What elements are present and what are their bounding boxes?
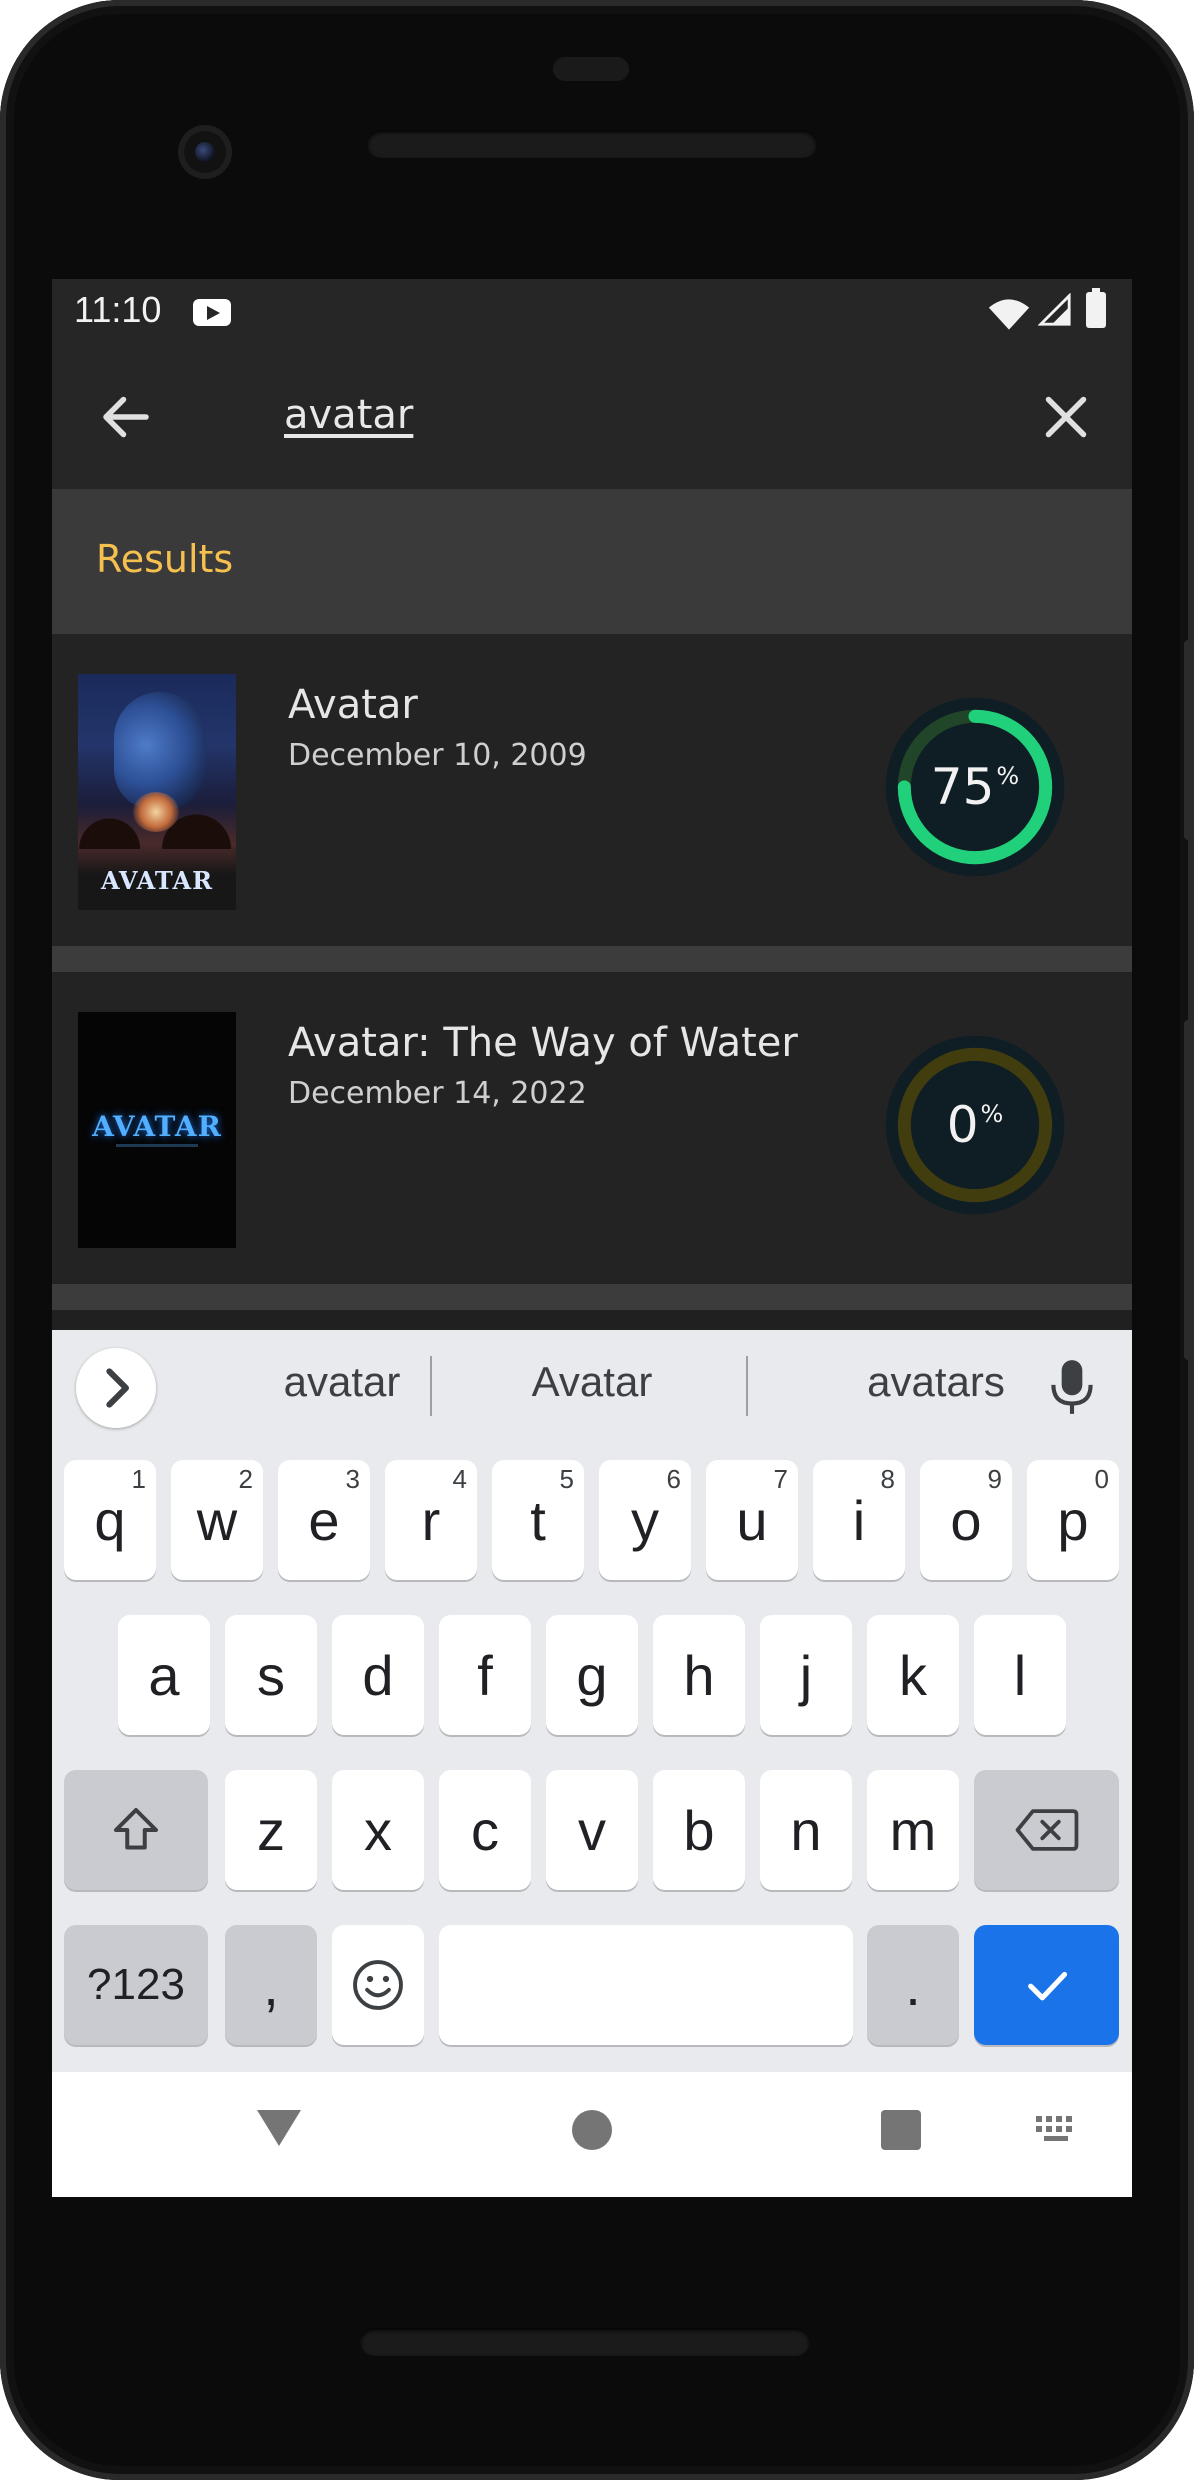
list-divider (52, 946, 1132, 972)
suggestion-item[interactable]: Avatar (442, 1358, 742, 1414)
score-value: 0 (946, 1096, 979, 1154)
poster-title: AVATAR (92, 1110, 222, 1143)
search-input[interactable] (284, 383, 984, 447)
battery-icon (1086, 288, 1106, 328)
key-s[interactable]: s (225, 1615, 317, 1735)
score-label: 0% (882, 1032, 1068, 1218)
bottom-speaker (360, 2328, 810, 2356)
suggestion-divider (746, 1356, 748, 1416)
suggestion-divider (430, 1356, 432, 1416)
key-d[interactable]: d (332, 1615, 424, 1735)
suggestion-strip: avatar Avatar avatars (52, 1330, 1132, 1436)
key-x[interactable]: x (332, 1770, 424, 1890)
key-t[interactable]: t5 (492, 1460, 584, 1580)
power-button (1184, 1020, 1194, 1360)
signal-icon (1038, 293, 1071, 326)
status-bar: 11:10 (52, 279, 1132, 343)
arrow-left-icon[interactable] (96, 387, 156, 447)
symbols-key[interactable]: ?123 (64, 1925, 208, 2045)
soft-keyboard: avatar Avatar avatars q1 w2 e3 r4 t5 y6 … (52, 1330, 1132, 2072)
expand-suggestions-button[interactable] (76, 1348, 156, 1428)
nav-back-icon[interactable] (257, 2110, 301, 2146)
key-a[interactable]: a (118, 1615, 210, 1735)
result-item[interactable]: AVATAR Avatar: The Way of Water December… (52, 972, 1132, 1284)
movie-title: Avatar (288, 682, 418, 728)
space-bar[interactable] (439, 1925, 853, 2045)
key-b[interactable]: b (653, 1770, 745, 1890)
proximity-sensor (553, 57, 629, 81)
list-divider (52, 1284, 1132, 1310)
phone-frame: 11:10 Results (0, 0, 1194, 2480)
key-h[interactable]: h (653, 1615, 745, 1735)
score-unit: % (980, 1100, 1004, 1128)
key-w[interactable]: w2 (171, 1460, 263, 1580)
comma-key[interactable]: , (225, 1925, 317, 2045)
key-c[interactable]: c (439, 1770, 531, 1890)
enter-key[interactable] (974, 1925, 1119, 2045)
key-k[interactable]: k (867, 1615, 959, 1735)
emoji-key[interactable] (332, 1925, 424, 2045)
nav-home-icon[interactable] (572, 2110, 612, 2150)
backspace-key[interactable] (974, 1770, 1119, 1890)
earpiece-speaker (367, 130, 817, 158)
movie-title: Avatar: The Way of Water (288, 1020, 798, 1066)
suggestion-item[interactable]: avatars (786, 1358, 1086, 1414)
movie-poster: AVATAR (78, 674, 236, 910)
volume-button (1184, 640, 1194, 840)
search-bar (52, 343, 1132, 489)
key-i[interactable]: i8 (813, 1460, 905, 1580)
youtube-icon (193, 299, 231, 326)
system-nav-bar (52, 2072, 1132, 2197)
key-r[interactable]: r4 (385, 1460, 477, 1580)
close-icon[interactable] (1036, 387, 1096, 447)
screen: 11:10 Results (52, 279, 1132, 2197)
result-item[interactable]: AVATAR Avatar December 10, 2009 75% (52, 634, 1132, 946)
key-p[interactable]: p0 (1027, 1460, 1119, 1580)
key-v[interactable]: v (546, 1770, 638, 1890)
key-m[interactable]: m (867, 1770, 959, 1890)
wifi-icon (988, 299, 1030, 330)
shift-icon (114, 1808, 158, 1850)
key-q[interactable]: q1 (64, 1460, 156, 1580)
movie-release-date: December 14, 2022 (288, 1076, 587, 1111)
backspace-icon (1015, 1809, 1078, 1851)
key-o[interactable]: o9 (920, 1460, 1012, 1580)
nav-recents-icon[interactable] (881, 2110, 921, 2150)
score-value: 75 (930, 758, 995, 816)
results-header: Results (52, 489, 1132, 634)
microphone-icon[interactable] (1047, 1356, 1097, 1418)
key-n[interactable]: n (760, 1770, 852, 1890)
key-g[interactable]: g (546, 1615, 638, 1735)
emoji-icon (353, 1960, 403, 2010)
check-icon (1027, 1971, 1067, 2001)
key-z[interactable]: z (225, 1770, 317, 1890)
key-y[interactable]: y6 (599, 1460, 691, 1580)
shift-key[interactable] (64, 1770, 208, 1890)
key-j[interactable]: j (760, 1615, 852, 1735)
movie-release-date: December 10, 2009 (288, 738, 587, 773)
key-e[interactable]: e3 (278, 1460, 370, 1580)
keyboard-switch-icon[interactable] (1034, 2114, 1078, 2144)
period-key[interactable]: . (867, 1925, 959, 2045)
chevron-right-icon (106, 1368, 129, 1408)
score-unit: % (996, 762, 1020, 790)
results-title: Results (96, 537, 234, 581)
score-label: 75% (882, 694, 1068, 880)
status-time: 11:10 (74, 289, 162, 330)
front-camera (178, 125, 232, 179)
poster-title: AVATAR (100, 866, 214, 895)
key-f[interactable]: f (439, 1615, 531, 1735)
movie-poster: AVATAR (78, 1012, 236, 1248)
key-u[interactable]: u7 (706, 1460, 798, 1580)
key-l[interactable]: l (974, 1615, 1066, 1735)
